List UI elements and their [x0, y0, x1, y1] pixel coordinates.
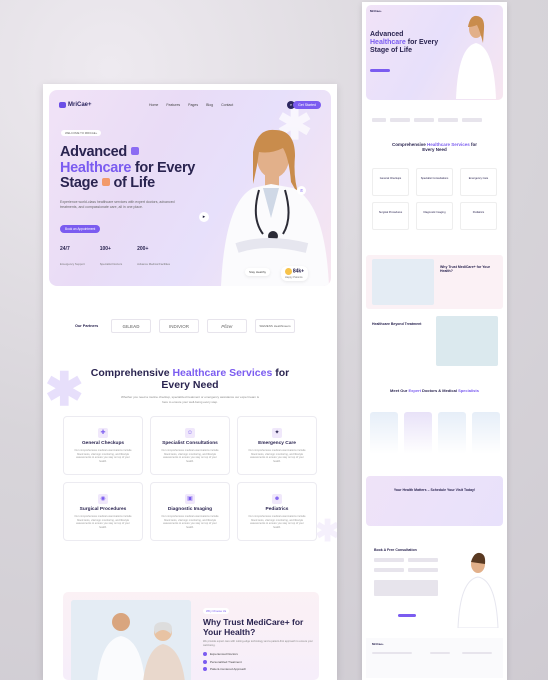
avatar: [438, 412, 466, 454]
smile-icon: [285, 268, 292, 275]
check-icon: [203, 667, 207, 671]
service-card[interactable]: ☺ Specialist Consultations Our comprehensi…: [150, 416, 230, 475]
plus-icon: [130, 147, 139, 155]
list-item: Personalized Treatment: [203, 659, 246, 664]
stat-doctors: 100+ Specialist Doctors: [99, 246, 123, 266]
list-item: Experienced Doctors: [203, 652, 246, 656]
logo-icon: [59, 102, 66, 108]
avatar: [472, 412, 500, 454]
play-icon[interactable]: ▸: [199, 212, 209, 222]
check-icon: [203, 652, 207, 656]
eye-icon: ◉: [98, 494, 108, 504]
thumb-card: Emergency Care: [460, 168, 497, 196]
nav-contact[interactable]: Contact: [221, 103, 233, 107]
service-card[interactable]: ◉ Surgical Procedures Our comprehensive me…: [63, 482, 143, 541]
thumb-cta[interactable]: [370, 69, 390, 72]
thumb-experts: Meet Our Expert Doctors & Medical Specia…: [366, 388, 503, 468]
doctor-photo: [221, 129, 329, 286]
nav-blog[interactable]: Blog: [206, 103, 213, 107]
partners-label: Our Partners: [75, 324, 99, 328]
hero-stats: 24/7 Emergency Support 100+ Specialist Doc…: [60, 246, 170, 270]
thumb-partners: [366, 114, 503, 126]
avatar: [404, 412, 432, 454]
baby-icon: ☻: [272, 494, 282, 504]
logo[interactable]: MriCae+: [59, 102, 92, 108]
trust-section: Why Choose Us Why Trust MediCare+ for Yo…: [63, 592, 319, 680]
stat-facilities: 200+ Advance Medical Facilities: [137, 246, 171, 266]
cross-decoration-right: ✱: [315, 515, 337, 548]
check-icon: [203, 659, 207, 664]
hero-tag: WELCOME TO MRICAE+: [61, 130, 102, 136]
partner-logo-indivior: INDIVIOR: [159, 319, 199, 333]
nav-home[interactable]: Home: [149, 103, 158, 107]
thumb-consultation: Book A Free Consultation: [366, 542, 503, 628]
thumb-card: Diagnostic Imaging: [416, 202, 453, 230]
partner-logo-pfizer: Pfizer: [207, 319, 247, 333]
service-card[interactable]: ✦ Emergency Care Our comprehensive medical…: [237, 416, 317, 475]
doctor-patient-photo: [71, 600, 191, 680]
full-page-thumbnail: MriCae+ Advanced Healthcare for Every Stag…: [362, 2, 507, 680]
thumb-doctor-photo: [456, 15, 496, 99]
thumb-hero: MriCae+ Advanced Healthcare for Every Stag…: [366, 5, 503, 100]
avatar: [370, 412, 398, 454]
user-doctor-icon: ☺: [185, 428, 195, 438]
hero-title: Advanced Healthcare for Every Stage of L…: [60, 144, 196, 191]
service-card[interactable]: ☻ Pediatrics Our comprehensive medical exa…: [237, 482, 317, 541]
trust-tag: Why Choose Us: [203, 608, 230, 614]
nav-pages[interactable]: Pages: [188, 103, 198, 107]
partner-logo-gilead: GILEAD: [111, 319, 151, 333]
nav-features[interactable]: Features: [166, 103, 180, 107]
trust-title: Why Trust MediCare+ for Your Health?: [203, 617, 304, 637]
thumb-card: General Checkups: [372, 168, 409, 196]
navbar: MriCae+ Home Features Pages Blog Contact…: [59, 99, 321, 111]
thumb-cta-banner: Your Health Matters – Schedule Your Visi…: [366, 476, 503, 526]
trust-description: We provide expert care with cutting-edge…: [203, 640, 313, 647]
services-grid: ✚ General Checkups Our comprehensive medic…: [63, 416, 318, 541]
list-item: Patient-Centered Approach: [203, 667, 246, 671]
thumb-card: Specialist Consultations: [416, 168, 453, 196]
service-card[interactable]: ▣ Diagnostic Imaging Our comprehensive med…: [150, 482, 230, 541]
thumb-card: Pediatrics: [460, 202, 497, 230]
services-heading: Comprehensive Healthcare Services for Ev…: [90, 367, 290, 391]
nav-links: Home Features Pages Blog Contact: [149, 103, 233, 107]
stethoscope-icon: ✚: [98, 428, 108, 438]
thumb-beyond: Healthcare Beyond Treatment: [366, 314, 503, 370]
partners-row: Our Partners GILEAD INDIVIOR Pfizer SIEM…: [75, 319, 295, 333]
thumb-card: Surgical Procedures: [372, 202, 409, 230]
phone-icon[interactable]: ✆: [297, 186, 306, 195]
thumb-footer: MriCae+: [366, 638, 503, 678]
image-icon: ▣: [185, 494, 195, 504]
services-description: Whether you need a routine checkup, spec…: [120, 395, 260, 404]
get-started-button[interactable]: Get Started: [293, 101, 321, 109]
main-page-preview: ✱ MriCae+ Home Features Pages Blog Conta…: [43, 84, 337, 680]
hero-description: Experience world-class healthcare servic…: [60, 200, 175, 209]
hero-section: ✱ MriCae+ Home Features Pages Blog Conta…: [49, 90, 331, 286]
star-icon: ✦: [272, 428, 282, 438]
partner-logo-siemens: SIEMENS Healthineers: [255, 319, 295, 333]
stay-healthy-badge: Stay Healthy: [245, 268, 271, 276]
thumb-services: Comprehensive Healthcare Services for Eve…: [366, 142, 503, 242]
trust-points: Experienced Doctors Personalized Treatme…: [203, 652, 246, 675]
thumb-trust: Why Trust MediCare+ for Your Health?: [366, 255, 503, 309]
patients-badge: 84k+ Happy Patients: [281, 266, 309, 281]
heart-icon: [101, 178, 110, 186]
service-card[interactable]: ✚ General Checkups Our comprehensive medic…: [63, 416, 143, 475]
stat-emergency: 24/7 Emergency Support: [60, 246, 85, 266]
book-appointment-button[interactable]: Book an Appointment: [60, 225, 101, 233]
